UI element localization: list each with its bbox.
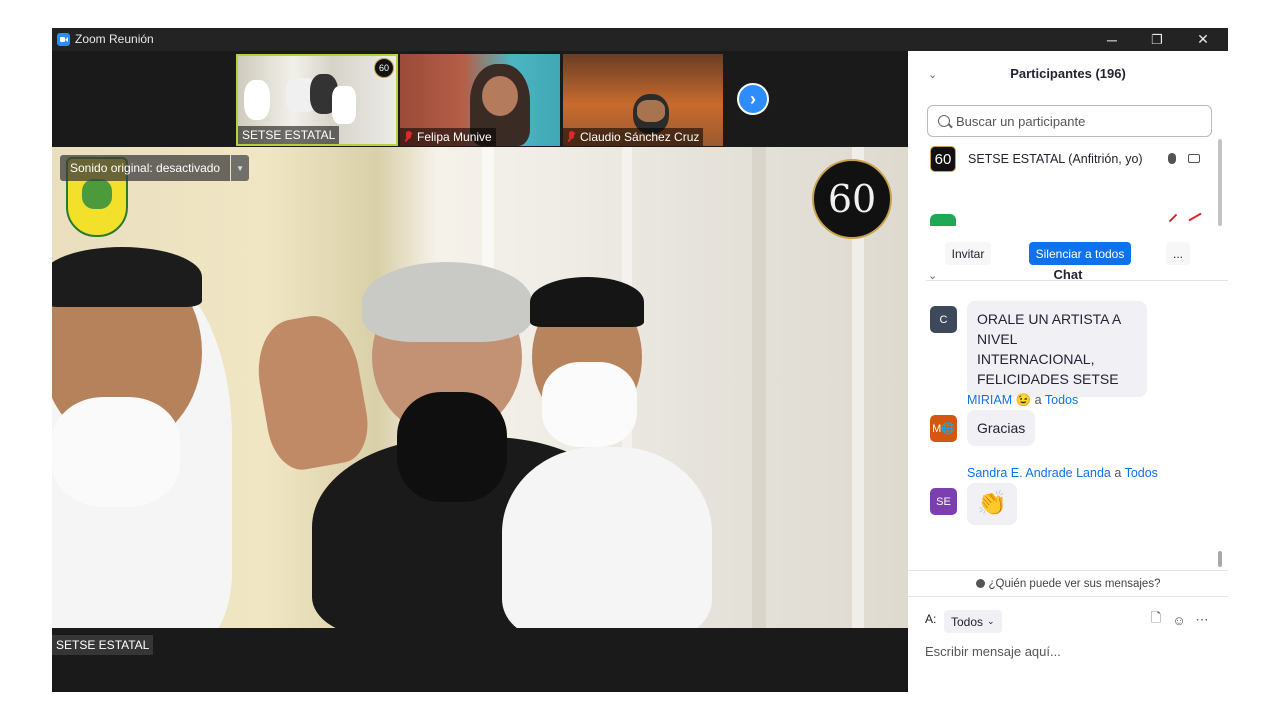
video-thumbnail[interactable]: Claudio Sánchez Cruz	[563, 54, 723, 146]
file-icon[interactable]: 🗋	[1149, 610, 1163, 627]
zoom-window: Zoom Reunión ─ ❐ ✕ 60 SETSE ESTATAL Feli…	[52, 28, 1228, 692]
original-sound-control[interactable]: Sonido original: desactivado ▼	[60, 155, 250, 181]
thumbnail-name: SETSE ESTATAL	[238, 126, 340, 144]
search-icon	[938, 115, 950, 127]
who-can-see-link[interactable]: ¿Quién puede ver sus mensajes?	[908, 578, 1228, 590]
chat-sender: MIRIAM 😉 a Todos	[967, 393, 1079, 407]
section-divider	[908, 570, 1228, 571]
thumbnail-name: Felipa Munive	[400, 128, 496, 146]
anniversary-logo-icon: 60	[374, 58, 394, 78]
section-divider	[908, 596, 1228, 597]
side-panel: ⌄ Participantes (196) Buscar un particip…	[908, 51, 1228, 692]
collapse-chevron-icon[interactable]: ⌄	[928, 269, 938, 282]
recipient-select[interactable]: Todos ⌄	[944, 610, 1002, 633]
chat-message: ORALE UN ARTISTA A NIVEL INTERNACIONAL, …	[967, 301, 1147, 397]
invite-button[interactable]: Invitar	[945, 242, 991, 265]
speaker-name-label: SETSE ESTATAL	[52, 635, 154, 655]
emoji-icon[interactable]: ☺	[1172, 613, 1186, 628]
camera-icon[interactable]	[1188, 154, 1200, 163]
mic-muted-icon	[567, 131, 576, 142]
next-page-arrow-icon[interactable]: ›	[737, 83, 769, 115]
chat-message: Gracias	[967, 410, 1036, 446]
video-thumbnail[interactable]: Felipa Munive	[400, 54, 560, 146]
restore-button[interactable]: ❐	[1134, 28, 1180, 51]
title-bar: Zoom Reunión ─ ❐ ✕	[52, 28, 1228, 51]
video-area: 60 SETSE ESTATAL Felipa Munive Claudio S…	[52, 51, 908, 692]
avatar: SE	[930, 488, 957, 515]
dropdown-arrow-icon[interactable]: ▼	[231, 155, 250, 181]
close-button[interactable]: ✕	[1180, 28, 1226, 51]
main-speaker-video: Sonido original: desactivado ▼ 60	[52, 147, 908, 628]
participants-scrollbar[interactable]	[1218, 139, 1222, 226]
person-icon	[975, 579, 985, 588]
zoom-app-icon	[57, 33, 70, 46]
participants-title: Participantes (196)	[1010, 66, 1126, 81]
more-icon[interactable]: ⋯	[1195, 612, 1209, 627]
avatar: M🌐	[930, 415, 957, 442]
recipient-label: A:	[925, 612, 937, 626]
participant-name: SETSE ESTATAL (Anfitrión, yo)	[968, 152, 1143, 166]
mic-muted-icon	[1168, 213, 1178, 223]
original-sound-label[interactable]: Sonido original: desactivado	[60, 155, 231, 181]
more-options-button[interactable]: ...	[1166, 242, 1190, 265]
thumbnail-name: Claudio Sánchez Cruz	[563, 128, 704, 146]
chat-scrollbar[interactable]	[1218, 551, 1222, 567]
window-title: Zoom Reunión	[75, 32, 154, 46]
avatar: 60	[930, 146, 956, 172]
chat-title: Chat	[1053, 267, 1083, 282]
microphone-icon[interactable]	[1168, 153, 1176, 164]
chat-message: 👏	[967, 483, 1017, 525]
video-thumbnail[interactable]: 60 SETSE ESTATAL	[236, 54, 398, 146]
camera-off-icon	[1188, 212, 1202, 222]
collapse-chevron-icon[interactable]: ⌄	[928, 68, 938, 81]
chevron-down-icon: ⌄	[987, 616, 995, 626]
chat-message-input[interactable]	[925, 641, 1215, 661]
minimize-button[interactable]: ─	[1089, 28, 1135, 51]
avatar: C	[930, 306, 957, 333]
mute-all-button[interactable]: Silenciar a todos	[1029, 242, 1131, 265]
chat-sender: Sandra E. Andrade Landa a Todos	[967, 466, 1158, 480]
avatar	[930, 214, 956, 226]
participant-search-input[interactable]: Buscar un participante	[927, 105, 1212, 137]
mic-muted-icon	[404, 131, 413, 142]
anniversary-logo: 60	[812, 159, 892, 239]
